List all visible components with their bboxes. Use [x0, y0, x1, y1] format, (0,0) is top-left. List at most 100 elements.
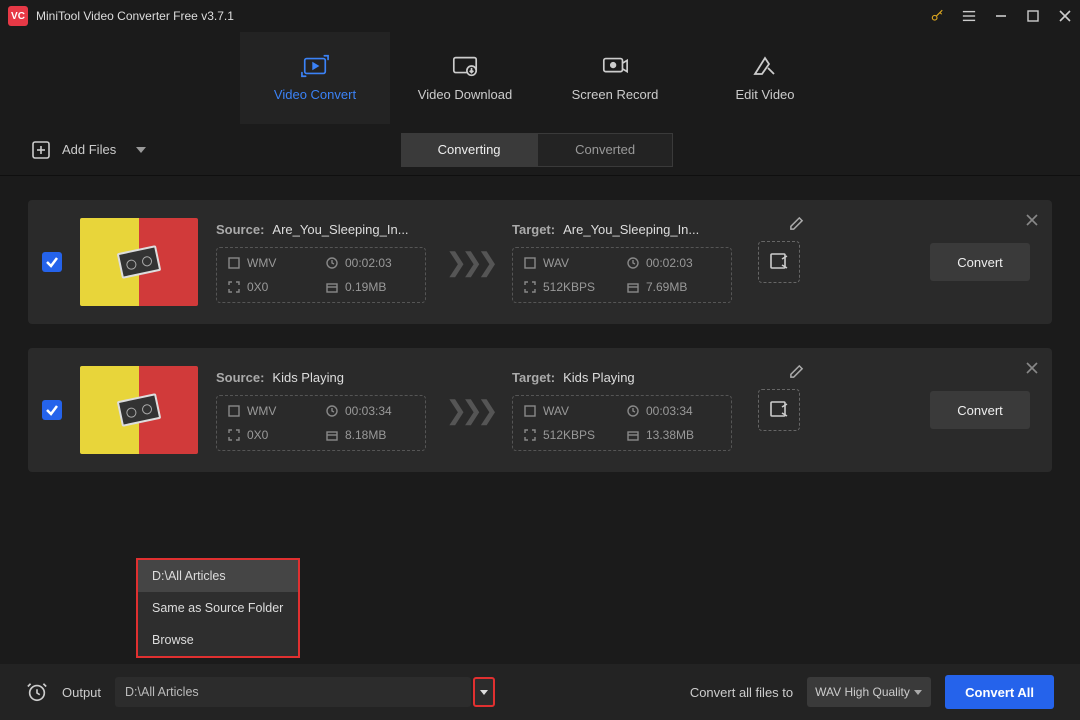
subtab-converted[interactable]: Converted — [537, 133, 673, 167]
tab-screen-record[interactable]: Screen Record — [540, 32, 690, 124]
output-menu-item[interactable]: D:\All Articles — [138, 560, 298, 592]
source-format: WMV — [247, 404, 276, 418]
app-title: MiniTool Video Converter Free v3.7.1 — [36, 9, 930, 23]
target-filename: Kids Playing — [563, 370, 635, 385]
bottom-bar: Output D:\All Articles Convert all files… — [0, 664, 1080, 720]
format-icon — [523, 404, 537, 418]
target-duration: 00:03:34 — [646, 404, 693, 418]
file-list: Source: Are_You_Sleeping_In... WMV 00:02:… — [0, 176, 1080, 472]
key-icon[interactable] — [930, 9, 944, 23]
menu-icon[interactable] — [962, 9, 976, 23]
duration-icon — [325, 404, 339, 418]
file-thumbnail — [80, 218, 198, 306]
target-filename: Are_You_Sleeping_In... — [563, 222, 699, 237]
source-resolution: 0X0 — [247, 280, 268, 294]
source-filename: Are_You_Sleeping_In... — [272, 222, 408, 237]
target-label: Target: — [512, 370, 555, 385]
source-format: WMV — [247, 256, 276, 270]
remove-file-icon[interactable] — [1026, 214, 1038, 226]
file-row: Source:Kids Playing WMV 00:03:34 0X0 8.1… — [28, 348, 1052, 472]
file-row: Source: Are_You_Sleeping_In... WMV 00:02:… — [28, 200, 1052, 324]
tab-edit-video[interactable]: Edit Video — [690, 32, 840, 124]
edit-target-icon[interactable] — [789, 216, 804, 231]
schedule-icon[interactable] — [26, 681, 48, 703]
edit-target-icon[interactable] — [789, 364, 804, 379]
target-label: Target: — [512, 222, 555, 237]
add-files-label: Add Files — [62, 142, 116, 157]
sub-tabs: Converting Converted — [401, 133, 673, 167]
target-info: WAV 00:03:34 512KBPS 13.38MB — [512, 395, 732, 451]
bitrate-icon — [523, 280, 537, 294]
add-files-icon — [32, 141, 50, 159]
arrow-icon: ❯❯❯ — [444, 247, 494, 278]
chevron-down-icon[interactable] — [136, 147, 146, 153]
target-settings-button[interactable] — [758, 389, 800, 431]
size-icon — [626, 280, 640, 294]
output-path-value: D:\All Articles — [125, 685, 199, 699]
format-icon — [523, 256, 537, 270]
output-path-menu[interactable]: D:\All ArticlesSame as Source FolderBrow… — [136, 558, 300, 658]
source-resolution: 0X0 — [247, 428, 268, 442]
format-value: WAV High Quality — [815, 685, 910, 699]
target-bitrate: 512KBPS — [543, 428, 595, 442]
output-path-dropdown-button[interactable] — [473, 677, 495, 707]
format-icon — [227, 256, 241, 270]
duration-icon — [325, 256, 339, 270]
minimize-icon[interactable] — [994, 9, 1008, 23]
close-icon[interactable] — [1058, 9, 1072, 23]
source-duration: 00:02:03 — [345, 256, 392, 270]
file-thumbnail — [80, 366, 198, 454]
edit-icon — [751, 55, 779, 77]
main-tabs: Video Convert Video Download Screen Reco… — [0, 32, 1080, 124]
toolbar: Add Files Converting Converted — [0, 124, 1080, 176]
output-path-field[interactable]: D:\All Articles — [115, 677, 471, 707]
convert-all-button[interactable]: Convert All — [945, 675, 1054, 709]
add-files-button[interactable]: Add Files — [32, 141, 146, 159]
source-label: Source: — [216, 222, 264, 237]
title-bar: VC MiniTool Video Converter Free v3.7.1 — [0, 0, 1080, 32]
size-icon — [626, 428, 640, 442]
convert-icon — [301, 55, 329, 77]
tab-label: Edit Video — [735, 87, 794, 102]
record-icon — [601, 55, 629, 77]
output-format-select[interactable]: WAV High Quality — [807, 677, 931, 707]
format-icon — [227, 404, 241, 418]
duration-icon — [626, 256, 640, 270]
tab-label: Screen Record — [572, 87, 659, 102]
size-icon — [325, 428, 339, 442]
subtab-converting[interactable]: Converting — [401, 133, 537, 167]
target-bitrate: 512KBPS — [543, 280, 595, 294]
file-checkbox[interactable] — [42, 400, 62, 420]
arrow-icon: ❯❯❯ — [444, 395, 494, 426]
resolution-icon — [227, 280, 241, 294]
tab-label: Video Download — [418, 87, 512, 102]
tab-video-download[interactable]: Video Download — [390, 32, 540, 124]
output-label: Output — [62, 685, 101, 700]
target-info: WAV 00:02:03 512KBPS 7.69MB — [512, 247, 732, 303]
convert-button[interactable]: Convert — [930, 391, 1030, 429]
convert-all-label: Convert all files to — [690, 685, 793, 700]
source-info: WMV 00:03:34 0X0 8.18MB — [216, 395, 426, 451]
resolution-icon — [227, 428, 241, 442]
download-icon — [451, 55, 479, 77]
output-menu-item[interactable]: Same as Source Folder — [138, 592, 298, 624]
target-size: 7.69MB — [646, 280, 687, 294]
maximize-icon[interactable] — [1026, 9, 1040, 23]
tab-label: Video Convert — [274, 87, 356, 102]
duration-icon — [626, 404, 640, 418]
tab-video-convert[interactable]: Video Convert — [240, 32, 390, 124]
source-size: 0.19MB — [345, 280, 386, 294]
target-size: 13.38MB — [646, 428, 694, 442]
target-settings-button[interactable] — [758, 241, 800, 283]
source-size: 8.18MB — [345, 428, 386, 442]
output-menu-item[interactable]: Browse — [138, 624, 298, 656]
source-duration: 00:03:34 — [345, 404, 392, 418]
remove-file-icon[interactable] — [1026, 362, 1038, 374]
source-info: WMV 00:02:03 0X0 0.19MB — [216, 247, 426, 303]
target-format: WAV — [543, 256, 569, 270]
target-duration: 00:02:03 — [646, 256, 693, 270]
convert-button[interactable]: Convert — [930, 243, 1030, 281]
file-checkbox[interactable] — [42, 252, 62, 272]
app-logo: VC — [8, 6, 28, 26]
bitrate-icon — [523, 428, 537, 442]
